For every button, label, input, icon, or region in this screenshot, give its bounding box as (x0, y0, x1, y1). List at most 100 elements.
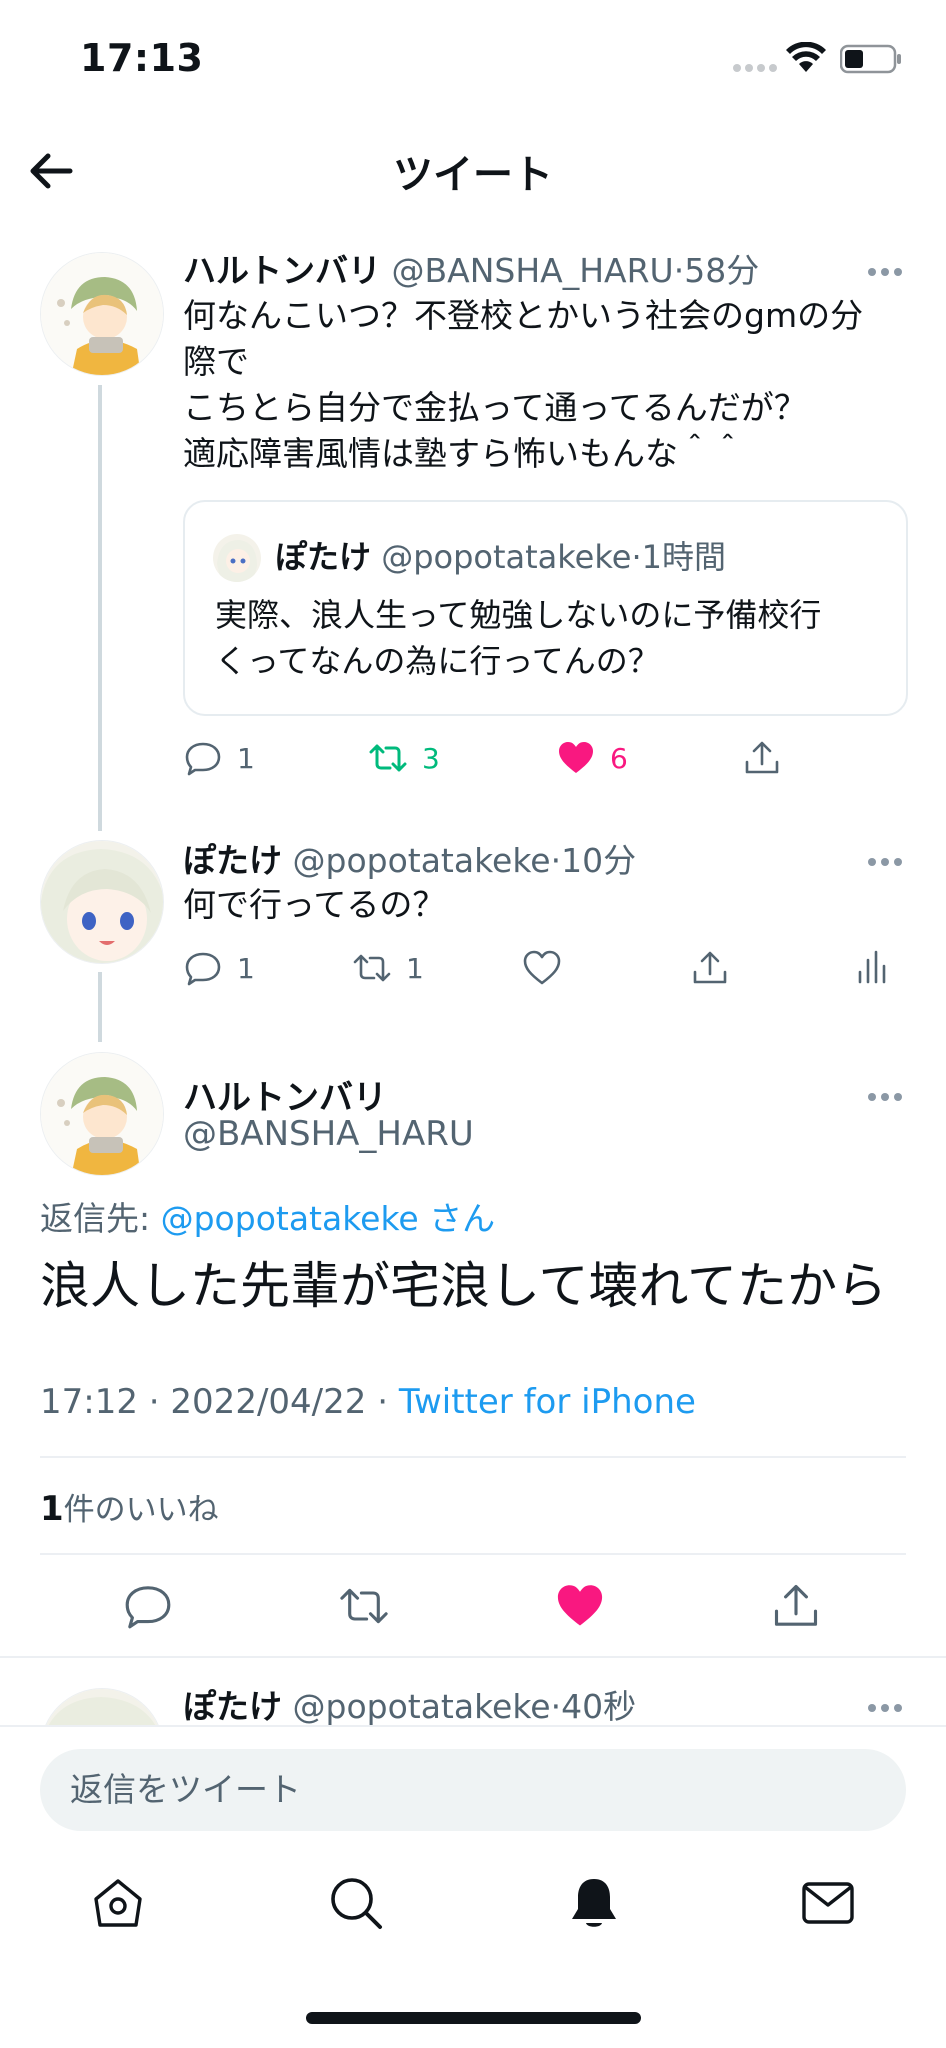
tweet-time: 17:12 (40, 1382, 138, 1422)
display-name[interactable]: ハルトンバリ (183, 251, 381, 290)
tweet-text-line: 適応障害風情は塾すら怖いもんな＾＾ (183, 434, 744, 473)
user-handle[interactable]: @BANSHA_HARU (392, 251, 674, 290)
more-icon[interactable] (868, 261, 908, 276)
like-count: 6 (610, 741, 628, 775)
divider (40, 1456, 906, 1458)
retweet-button[interactable]: 1 (352, 946, 424, 990)
share-button[interactable] (690, 946, 730, 990)
tweet-date: 2022/04/22 (170, 1382, 367, 1422)
reply-bar: 返信をツイート (0, 1725, 946, 1845)
search-icon[interactable] (328, 1875, 384, 1931)
home-indicator[interactable] (306, 2012, 641, 2024)
tweet-text-line: くってなんの為に行ってんの？ (215, 642, 660, 680)
separator: · (550, 1687, 562, 1725)
reply-tweet-peek[interactable]: ぽたけ @popotatakeke·40秒 (0, 1660, 946, 1725)
focused-tweet-text: 浪人した先輩が宅浪して壊れてたから (40, 1257, 887, 1315)
thread-line (98, 972, 102, 1042)
separator: · (550, 841, 562, 880)
tweet-text-line: こちとら自分で金払って通ってるんだが？ (183, 388, 807, 427)
likes-count: 1 (40, 1489, 64, 1529)
avatar (213, 534, 261, 582)
tweet-text: 何で行ってるの？ (183, 885, 446, 924)
timestamp: 10分 (561, 841, 637, 880)
analytics-icon (858, 950, 886, 984)
retweet-button[interactable]: 3 (368, 736, 440, 780)
reply-icon (185, 742, 221, 776)
user-handle[interactable]: @popotatakeke (293, 841, 551, 880)
tweet-text-line: 実際、浪人生って勉強しないのに予備校行 (215, 596, 822, 634)
share-icon (745, 741, 779, 774)
like-icon (523, 950, 561, 985)
likes-summary[interactable]: 1件のいいね (40, 1484, 219, 1529)
like-icon[interactable] (554, 1580, 606, 1632)
avatar[interactable] (40, 840, 164, 964)
analytics-button[interactable] (852, 946, 892, 990)
reply-count: 1 (237, 951, 255, 985)
quoted-tweet[interactable]: ぽたけ @popotatakeke·1時間 実際、浪人生って勉強しないのに予備校… (183, 500, 908, 716)
divider (40, 1553, 906, 1555)
share-icon[interactable] (770, 1580, 822, 1632)
tweet-text-line: 何なんこいつ？不登校とかいう社会のgmの分 (183, 296, 864, 335)
timestamp: 40秒 (561, 1687, 637, 1725)
page-title: ツイート (393, 152, 553, 198)
replying-to: 返信先: @popotatakeke さん (40, 1192, 495, 1240)
reply-input[interactable]: 返信をツイート (40, 1749, 906, 1831)
reply-mention-link[interactable]: @popotatakeke (161, 1199, 419, 1238)
reply-button[interactable]: 1 (183, 736, 255, 780)
retweet-icon (353, 954, 391, 982)
top-nav: ツイート (0, 120, 946, 220)
retweet-count: 3 (422, 741, 440, 775)
status-time: 17:13 (80, 36, 204, 80)
display-name[interactable]: ぽたけ (183, 841, 282, 880)
home-icon[interactable] (90, 1875, 146, 1931)
like-button[interactable] (522, 946, 562, 990)
separator: · (137, 1382, 171, 1422)
like-button[interactable]: 6 (556, 736, 628, 780)
replying-prefix: 返信先: (40, 1199, 161, 1238)
messages-icon[interactable] (800, 1875, 856, 1931)
more-icon[interactable] (868, 851, 908, 866)
separator: · (366, 1382, 399, 1422)
display-name[interactable]: ハルトンバリ (183, 1070, 387, 1119)
replying-suffix: さん (418, 1199, 496, 1238)
battery-icon (840, 44, 901, 74)
avatar[interactable] (40, 252, 164, 376)
likes-label: 件のいいね (63, 1492, 219, 1528)
client-link[interactable]: Twitter for iPhone (399, 1382, 696, 1422)
tweet-meta: 17:12 · 2022/04/22 · Twitter for iPhone (40, 1382, 696, 1422)
thread-line (98, 385, 102, 831)
more-icon[interactable] (868, 1086, 908, 1101)
notifications-icon[interactable] (566, 1875, 622, 1931)
divider (0, 1656, 946, 1658)
user-handle[interactable]: @popotatakeke (293, 1687, 551, 1725)
separator: · (631, 538, 642, 576)
retweet-count: 1 (406, 951, 424, 985)
avatar (40, 1688, 164, 1725)
tweet-header: ハルトンバリ @BANSHA_HARU·58分 (183, 244, 759, 292)
like-icon (559, 742, 593, 773)
display-name: ぽたけ (275, 538, 372, 576)
wifi-icon (786, 42, 826, 72)
reply-count: 1 (237, 741, 255, 775)
tweet-header: ぽたけ @popotatakeke·40秒 (183, 1680, 636, 1725)
timestamp: 58分 (684, 251, 760, 290)
avatar[interactable] (40, 1052, 164, 1176)
quoted-tweet-header: ぽたけ @popotatakeke·1時間 (275, 532, 726, 578)
status-bar: 17:13 (0, 0, 946, 120)
timestamp: 1時間 (641, 538, 726, 576)
retweet-icon (369, 744, 407, 772)
reply-icon (185, 952, 221, 986)
user-handle[interactable]: @BANSHA_HARU (183, 1114, 474, 1154)
more-icon[interactable] (868, 1697, 908, 1712)
cellular-signal-icon (733, 64, 777, 72)
share-icon (693, 951, 727, 984)
share-button[interactable] (742, 736, 782, 780)
quoted-tweet-text: 実際、浪人生って勉強しないのに予備校行 くってなんの為に行ってんの？ (215, 592, 885, 684)
reply-button[interactable]: 1 (183, 946, 255, 990)
tweet-text-line: 際で (183, 342, 249, 381)
reply-icon[interactable] (122, 1580, 174, 1632)
retweet-icon[interactable] (338, 1580, 390, 1632)
display-name[interactable]: ぽたけ (183, 1687, 282, 1725)
tab-bar (0, 1845, 946, 1965)
tweet-header: ぽたけ @popotatakeke·10分 (183, 834, 636, 882)
